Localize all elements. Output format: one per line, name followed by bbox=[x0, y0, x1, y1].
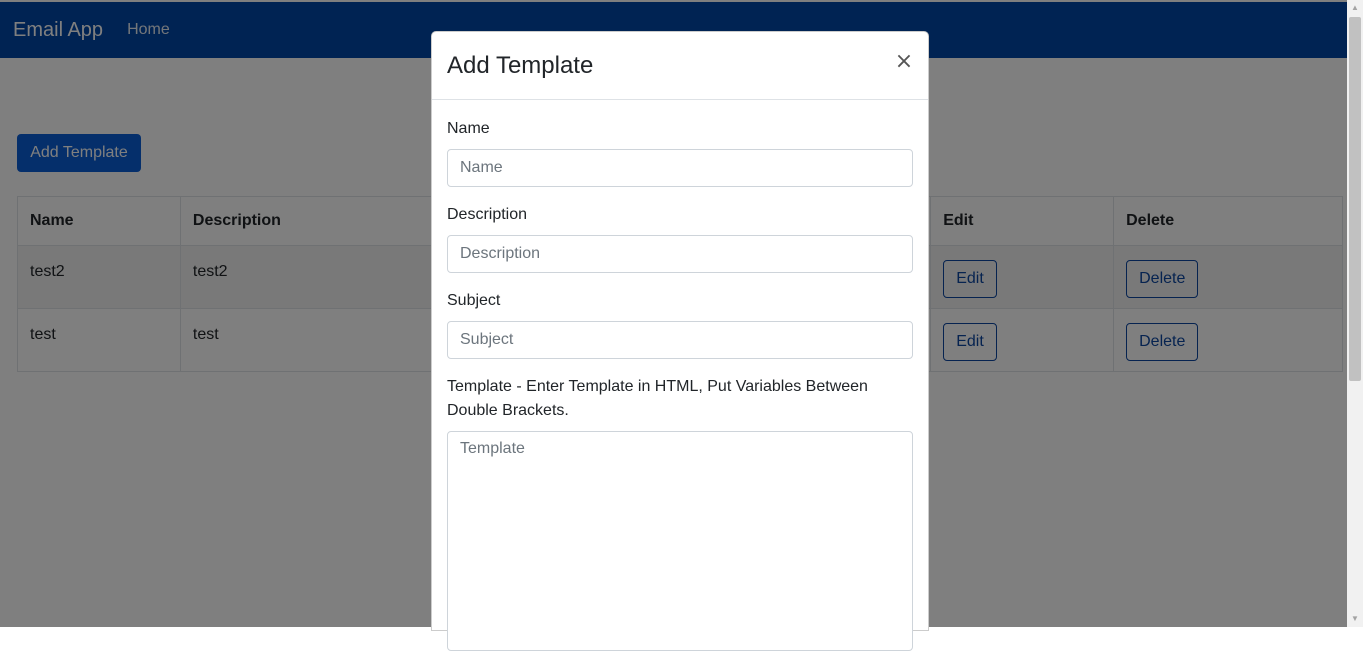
scroll-up-icon[interactable]: ▲ bbox=[1347, 0, 1363, 16]
subject-label: Subject bbox=[447, 292, 501, 309]
description-label: Description bbox=[447, 206, 528, 223]
modal-title: Add Template bbox=[447, 52, 594, 79]
add-template-modal: Add Template × Name Description Subject … bbox=[431, 31, 929, 651]
page-scrollbar[interactable]: ▲ ▼ bbox=[1347, 0, 1363, 627]
template-label: Template - Enter Template in HTML, Put V… bbox=[447, 378, 868, 419]
template-textarea[interactable] bbox=[447, 431, 913, 651]
description-input[interactable] bbox=[447, 235, 913, 273]
scrollbar-thumb[interactable] bbox=[1349, 17, 1361, 381]
modal-body: Name Description Subject Template - Ente… bbox=[432, 117, 928, 656]
modal-header: Add Template × bbox=[432, 32, 928, 100]
scroll-down-icon[interactable]: ▼ bbox=[1347, 611, 1363, 627]
subject-input[interactable] bbox=[447, 321, 913, 359]
close-icon[interactable]: × bbox=[894, 50, 914, 74]
name-input[interactable] bbox=[447, 149, 913, 187]
name-label: Name bbox=[447, 120, 490, 137]
